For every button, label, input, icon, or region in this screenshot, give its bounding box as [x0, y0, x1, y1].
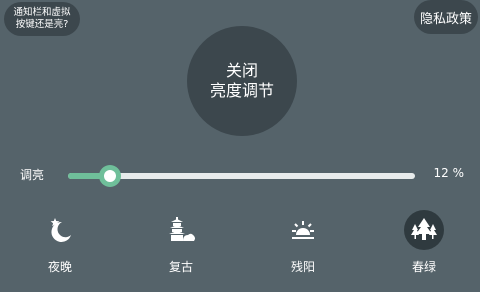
brightness-slider-thumb[interactable]: [98, 165, 121, 187]
trees-icon: [404, 210, 444, 250]
preset-label: 复古: [168, 260, 193, 274]
brightness-toggle-button[interactable]: 关闭 亮度调节: [187, 26, 297, 136]
preset-label: 夜晚: [47, 260, 72, 274]
navbar-brightness-question-button[interactable]: 通知栏和虚拟 按键还是亮?: [4, 2, 80, 36]
sunset-icon: [283, 210, 323, 250]
pagoda-icon: [161, 210, 201, 250]
brightness-value: 12 %: [433, 166, 465, 180]
preset-night[interactable]: 夜晚: [30, 210, 90, 280]
brightness-label: 调亮: [20, 168, 45, 182]
toggle-line-2: 亮度调节: [209, 81, 274, 100]
privacy-policy-label: 隐私政策: [419, 11, 472, 27]
preset-spring-green[interactable]: 春绿: [394, 210, 454, 280]
privacy-policy-button[interactable]: 隐私政策: [414, 0, 478, 34]
preset-label: 春绿: [411, 260, 436, 274]
preset-retro[interactable]: 复古: [151, 210, 211, 280]
moon-star-icon: [40, 210, 80, 250]
preset-sunset[interactable]: 残阳: [273, 210, 333, 280]
preset-label: 残阳: [290, 260, 315, 274]
toggle-line-1: 关闭: [225, 61, 258, 80]
